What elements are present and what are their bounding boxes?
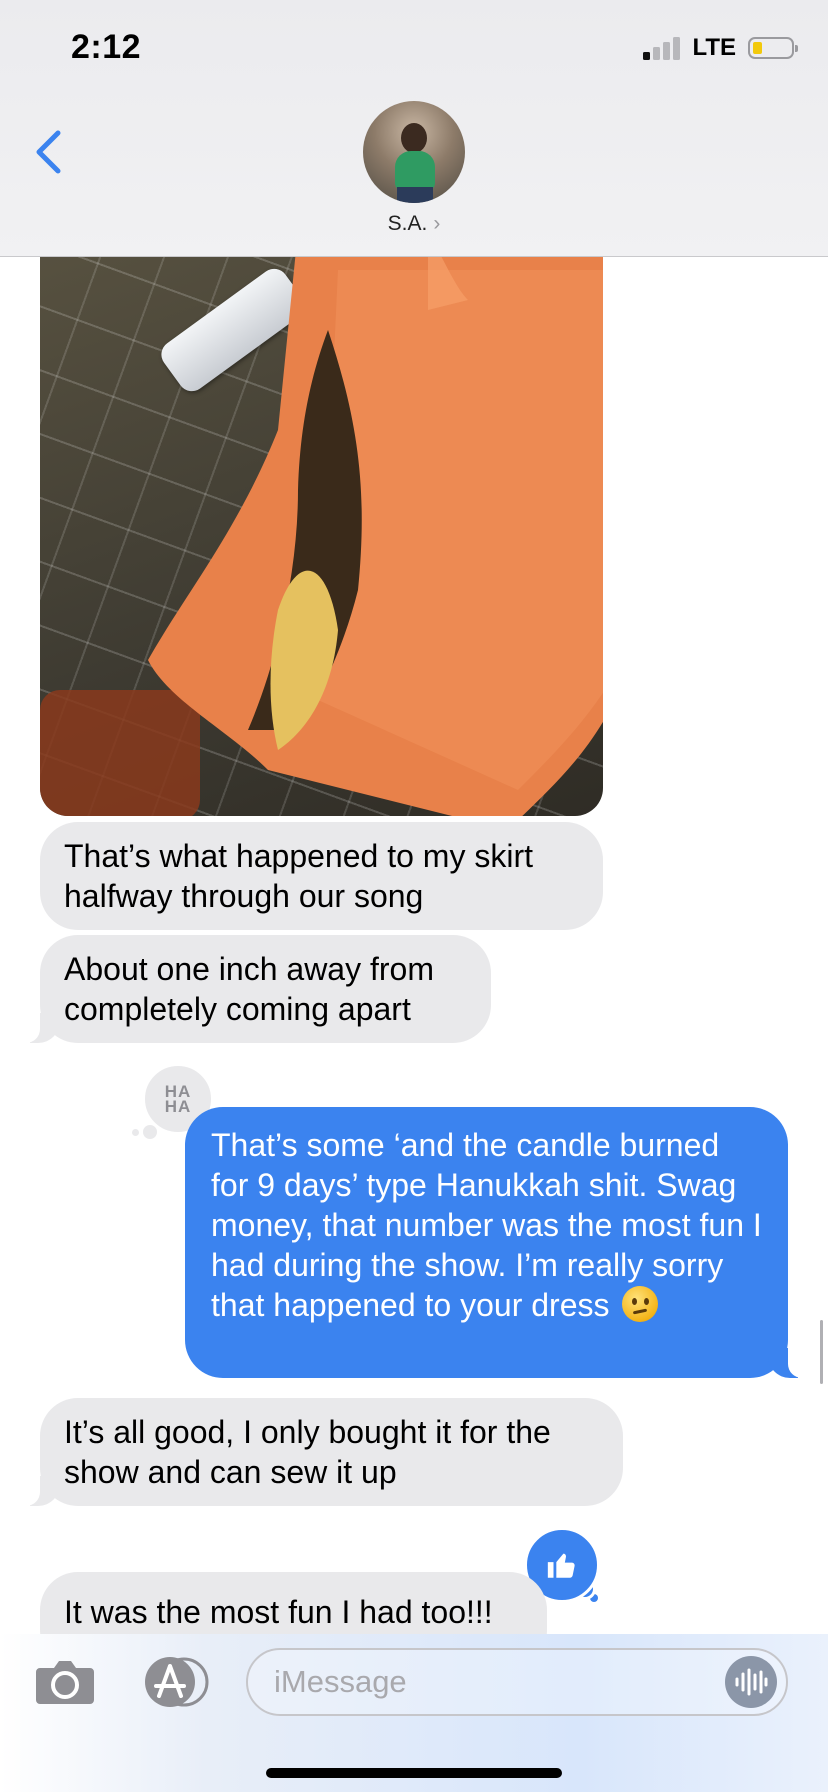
sent-message-bubble[interactable]: That’s some ‘and the candle burned for 9… <box>185 1107 806 1378</box>
message-text: That’s what happened to my skirt halfway… <box>64 838 533 914</box>
confused-face-emoji-icon <box>622 1286 659 1322</box>
received-message-bubble[interactable]: About one inch away from completely comi… <box>22 935 491 1043</box>
chevron-left-icon <box>36 130 61 174</box>
received-message-bubble[interactable]: That’s what happened to my skirt halfway… <box>40 822 603 930</box>
app-store-icon <box>145 1657 209 1707</box>
camera-icon <box>36 1661 94 1704</box>
battery-icon <box>748 37 798 59</box>
home-indicator[interactable] <box>266 1768 562 1778</box>
conversation-header: 2:12 LTE S.A. › <box>0 0 828 257</box>
message-text: That’s some ‘and the candle burned for 9… <box>211 1127 762 1323</box>
imessage-input[interactable] <box>246 1648 788 1716</box>
audio-message-button[interactable] <box>725 1656 777 1708</box>
message-text: It’s all good, I only bought it for the … <box>64 1414 551 1490</box>
back-button[interactable] <box>28 124 68 180</box>
network-type: LTE <box>692 34 736 61</box>
photo-content <box>148 250 603 816</box>
received-message-bubble[interactable]: It’s all good, I only bought it for the … <box>22 1398 623 1506</box>
image-message[interactable] <box>40 250 603 816</box>
contact-avatar[interactable] <box>363 101 465 203</box>
cellular-signal-icon <box>643 36 681 60</box>
scrollbar[interactable] <box>820 1320 823 1384</box>
message-text: It was the most fun I had too!!! <box>64 1594 493 1630</box>
chevron-right-icon: › <box>433 212 441 235</box>
message-text: About one inch away from completely comi… <box>64 951 434 1027</box>
app-store-button[interactable] <box>140 1656 212 1708</box>
contact-name: S.A. <box>387 212 428 235</box>
camera-button[interactable] <box>34 1658 96 1706</box>
contact-name-button[interactable]: S.A. › <box>0 212 828 236</box>
status-indicators: LTE <box>643 34 798 62</box>
audio-waveform-icon <box>735 1668 768 1696</box>
status-time: 2:12 <box>71 28 142 66</box>
